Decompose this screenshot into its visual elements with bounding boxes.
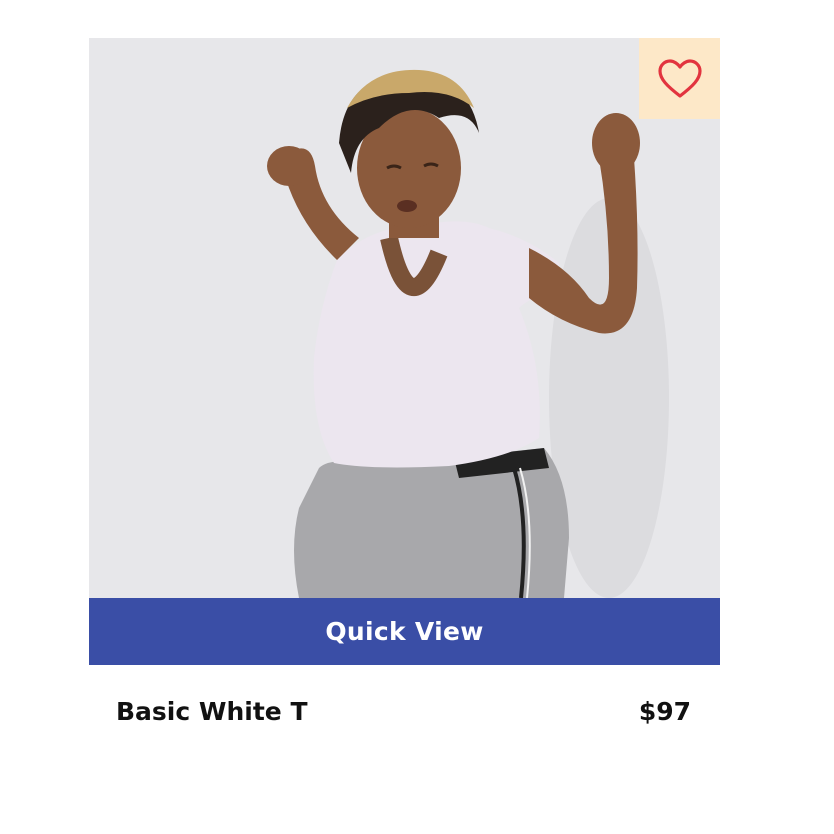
quick-view-button[interactable]: Quick View xyxy=(89,598,720,665)
product-card[interactable]: Quick View Basic White T $97 xyxy=(89,38,720,757)
product-price: $97 xyxy=(638,697,691,726)
product-title[interactable]: Basic White T xyxy=(116,697,308,726)
wishlist-button[interactable] xyxy=(639,38,720,119)
quick-view-label: Quick View xyxy=(325,617,484,646)
heart-icon xyxy=(657,58,702,98)
product-info-row: Basic White T $97 xyxy=(89,697,720,757)
product-image-container[interactable] xyxy=(89,38,720,598)
product-photo[interactable] xyxy=(89,38,720,598)
